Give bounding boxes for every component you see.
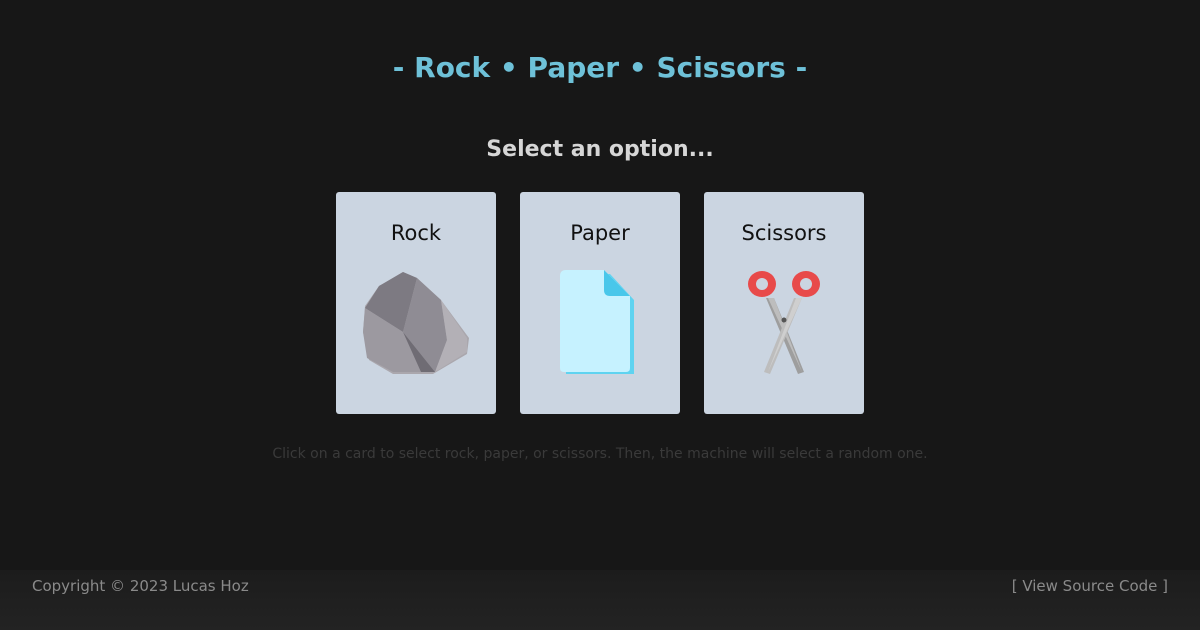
page-title: - Rock • Paper • Scissors -: [392, 51, 808, 84]
option-cards: Rock Paper Scissors: [336, 192, 864, 414]
footer: Copyright © 2023 Lucas Hoz [ View Source…: [0, 570, 1200, 630]
select-prompt: Select an option...: [486, 137, 714, 162]
card-label-paper: Paper: [570, 221, 630, 245]
rock-card[interactable]: Rock: [336, 192, 496, 414]
scissors-card[interactable]: Scissors: [704, 192, 864, 414]
scissors-icon: [729, 268, 839, 378]
card-label-scissors: Scissors: [741, 221, 827, 245]
view-source-link[interactable]: [ View Source Code ]: [1012, 576, 1168, 596]
instructions-text: Click on a card to select rock, paper, o…: [272, 446, 928, 462]
copyright-text: Copyright © 2023 Lucas Hoz: [32, 577, 249, 595]
card-label-rock: Rock: [390, 221, 442, 245]
paper-icon: [545, 268, 655, 378]
paper-card[interactable]: Paper: [520, 192, 680, 414]
rock-icon: [361, 268, 471, 378]
game-page: - Rock • Paper • Scissors - Select an op…: [0, 0, 1200, 630]
